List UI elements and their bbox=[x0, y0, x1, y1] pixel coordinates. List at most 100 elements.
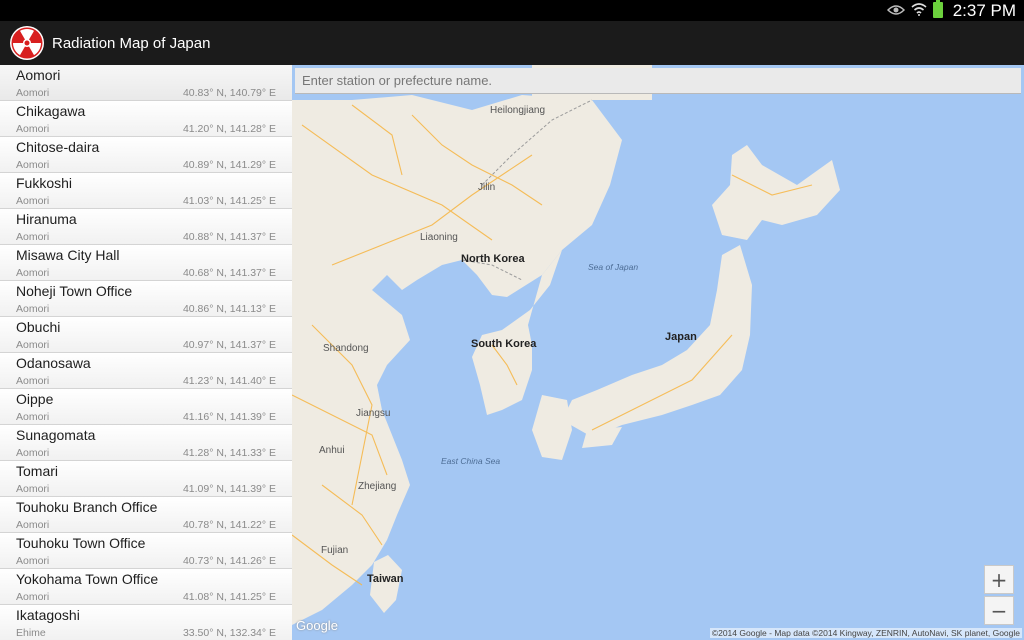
station-name: Odanosawa bbox=[16, 355, 91, 371]
zoom-out-button[interactable]: − bbox=[984, 596, 1014, 625]
station-name: Touhoku Branch Office bbox=[16, 499, 158, 515]
station-list-item[interactable]: Tomari Aomori 41.09° N, 141.39° E bbox=[0, 461, 292, 497]
station-list-item[interactable]: Aomori Aomori 40.83° N, 140.79° E bbox=[0, 65, 292, 101]
station-prefecture: Aomori bbox=[16, 447, 50, 459]
station-name: Fukkoshi bbox=[16, 175, 73, 191]
station-list-item[interactable]: Misawa City Hall Aomori 40.68° N, 141.37° … bbox=[0, 245, 292, 281]
station-name: Hiranuma bbox=[16, 211, 77, 227]
station-name: Obuchi bbox=[16, 319, 61, 335]
station-prefecture: Aomori bbox=[16, 303, 50, 315]
station-coordinates: 41.28° N, 141.33° E bbox=[182, 447, 276, 459]
station-coordinates: 40.88° N, 141.37° E bbox=[182, 231, 276, 243]
map-label-east-china-sea: East China Sea bbox=[441, 456, 501, 466]
station-prefecture: Aomori bbox=[16, 231, 50, 243]
map-label-south-korea: South Korea bbox=[471, 338, 537, 350]
station-coordinates: 40.89° N, 141.29° E bbox=[182, 159, 276, 171]
honshu bbox=[562, 245, 752, 437]
station-coordinates: 40.86° N, 141.13° E bbox=[182, 303, 276, 315]
station-coordinates: 40.83° N, 140.79° E bbox=[182, 87, 276, 99]
station-prefecture: Aomori bbox=[16, 195, 50, 207]
station-name: Chikagawa bbox=[16, 103, 86, 119]
station-name: Touhoku Town Office bbox=[16, 535, 146, 551]
map-attribution[interactable]: ©2014 Google - Map data ©2014 Kingway, Z… bbox=[709, 628, 1022, 638]
station-list-item[interactable]: Chitose-daira Aomori 40.89° N, 141.29° E bbox=[0, 137, 292, 173]
station-name: Ikatagoshi bbox=[16, 607, 80, 623]
station-coordinates: 41.03° N, 141.25° E bbox=[182, 195, 276, 207]
station-list-item[interactable]: Chikagawa Aomori 41.20° N, 141.28° E bbox=[0, 101, 292, 137]
battery-icon bbox=[932, 0, 943, 22]
station-name: Yokohama Town Office bbox=[16, 571, 159, 587]
station-coordinates: 41.20° N, 141.28° E bbox=[182, 123, 276, 135]
eye-icon bbox=[886, 1, 905, 20]
station-name: Tomari bbox=[16, 463, 59, 479]
station-list-item[interactable]: Sunagomata Aomori 41.28° N, 141.33° E bbox=[0, 425, 292, 461]
station-prefecture: Aomori bbox=[16, 519, 50, 531]
map-label-sea-of-japan: Sea of Japan bbox=[588, 262, 639, 272]
station-name: Sunagomata bbox=[16, 427, 96, 443]
station-list-item[interactable]: Hiranuma Aomori 40.88° N, 141.37° E bbox=[0, 209, 292, 245]
station-list-item[interactable]: Obuchi Aomori 40.97° N, 141.37° E bbox=[0, 317, 292, 353]
map-canvas[interactable] bbox=[292, 65, 1024, 640]
station-list-item[interactable]: Yokohama Town Office Aomori 41.08° N, 141.… bbox=[0, 569, 292, 605]
station-coordinates: 40.73° N, 141.26° E bbox=[182, 555, 276, 567]
map-label-japan: Japan bbox=[665, 331, 697, 343]
status-bar: 2:37 PM bbox=[0, 0, 1024, 21]
station-prefecture: Aomori bbox=[16, 411, 50, 423]
shikoku bbox=[582, 427, 622, 448]
station-list-item[interactable]: Fukkoshi Aomori 41.03° N, 141.25° E bbox=[0, 173, 292, 209]
station-name: Aomori bbox=[16, 67, 61, 83]
map-view[interactable]: Heilongjiang Jilin Liaoning North Korea … bbox=[292, 65, 1024, 640]
zoom-in-button[interactable]: + bbox=[984, 565, 1014, 594]
map-label-north-korea: North Korea bbox=[461, 253, 525, 265]
station-coordinates: 41.08° N, 141.25° E bbox=[182, 591, 276, 603]
search-bar bbox=[295, 68, 1021, 94]
station-coordinates: 40.97° N, 141.37° E bbox=[182, 339, 276, 351]
search-input[interactable] bbox=[295, 68, 1021, 93]
station-prefecture: Aomori bbox=[16, 267, 50, 279]
station-prefecture: Aomori bbox=[16, 591, 50, 603]
google-logo: Google bbox=[296, 618, 338, 633]
station-coordinates: 40.68° N, 141.37° E bbox=[182, 267, 276, 279]
station-prefecture: Aomori bbox=[16, 159, 50, 171]
station-coordinates: 33.50° N, 132.34° E bbox=[182, 627, 276, 639]
map-label-jiangsu: Jiangsu bbox=[356, 408, 391, 419]
station-name: Oippe bbox=[16, 391, 54, 407]
station-name: Chitose-daira bbox=[16, 139, 100, 155]
wifi-icon bbox=[911, 1, 927, 20]
station-coordinates: 40.78° N, 141.22° E bbox=[182, 519, 276, 531]
station-coordinates: 41.09° N, 141.39° E bbox=[182, 483, 276, 495]
station-name: Noheji Town Office bbox=[16, 283, 133, 299]
station-list-item[interactable]: Oippe Aomori 41.16° N, 141.39° E bbox=[0, 389, 292, 425]
map-label-anhui: Anhui bbox=[319, 445, 345, 456]
station-list-item[interactable]: Touhoku Town Office Aomori 40.73° N, 141.2… bbox=[0, 533, 292, 569]
station-coordinates: 41.23° N, 141.40° E bbox=[182, 375, 276, 387]
map-label-shandong: Shandong bbox=[323, 343, 369, 354]
station-list-item[interactable]: Noheji Town Office Aomori 40.86° N, 141.13… bbox=[0, 281, 292, 317]
station-prefecture: Aomori bbox=[16, 555, 50, 567]
station-coordinates: 41.16° N, 141.39° E bbox=[182, 411, 276, 423]
app-title: Radiation Map of Japan bbox=[52, 34, 211, 52]
station-prefecture: Ehime bbox=[16, 627, 46, 639]
map-label-zhejiang: Zhejiang bbox=[358, 481, 397, 492]
station-name: Misawa City Hall bbox=[16, 247, 120, 263]
station-list-item[interactable]: Ikatagoshi Ehime 33.50° N, 132.34° E bbox=[0, 605, 292, 640]
map-label-liaoning: Liaoning bbox=[420, 232, 458, 243]
action-bar: Radiation Map of Japan bbox=[0, 21, 1024, 65]
status-time: 2:37 PM bbox=[952, 0, 1016, 20]
station-prefecture: Aomori bbox=[16, 87, 50, 99]
status-icons: 2:37 PM bbox=[886, 0, 1016, 22]
map-label-heilongjiang: Heilongjiang bbox=[490, 105, 546, 116]
station-list-item[interactable]: Touhoku Branch Office Aomori 40.78° N, 141… bbox=[0, 497, 292, 533]
kyushu bbox=[532, 395, 572, 460]
station-prefecture: Aomori bbox=[16, 483, 50, 495]
station-list[interactable]: Aomori Aomori 40.83° N, 140.79° E Chikagawa… bbox=[0, 65, 292, 640]
map-label-jilin: Jilin bbox=[478, 182, 496, 193]
station-prefecture: Aomori bbox=[16, 375, 50, 387]
station-list-item[interactable]: Odanosawa Aomori 41.23° N, 141.40° E bbox=[0, 353, 292, 389]
map-label-taiwan: Taiwan bbox=[367, 573, 404, 585]
map-label-fujian: Fujian bbox=[321, 545, 349, 556]
radiation-trefoil-icon[interactable] bbox=[9, 25, 45, 61]
hokkaido bbox=[712, 145, 840, 240]
station-prefecture: Aomori bbox=[16, 123, 50, 135]
station-prefecture: Aomori bbox=[16, 339, 50, 351]
